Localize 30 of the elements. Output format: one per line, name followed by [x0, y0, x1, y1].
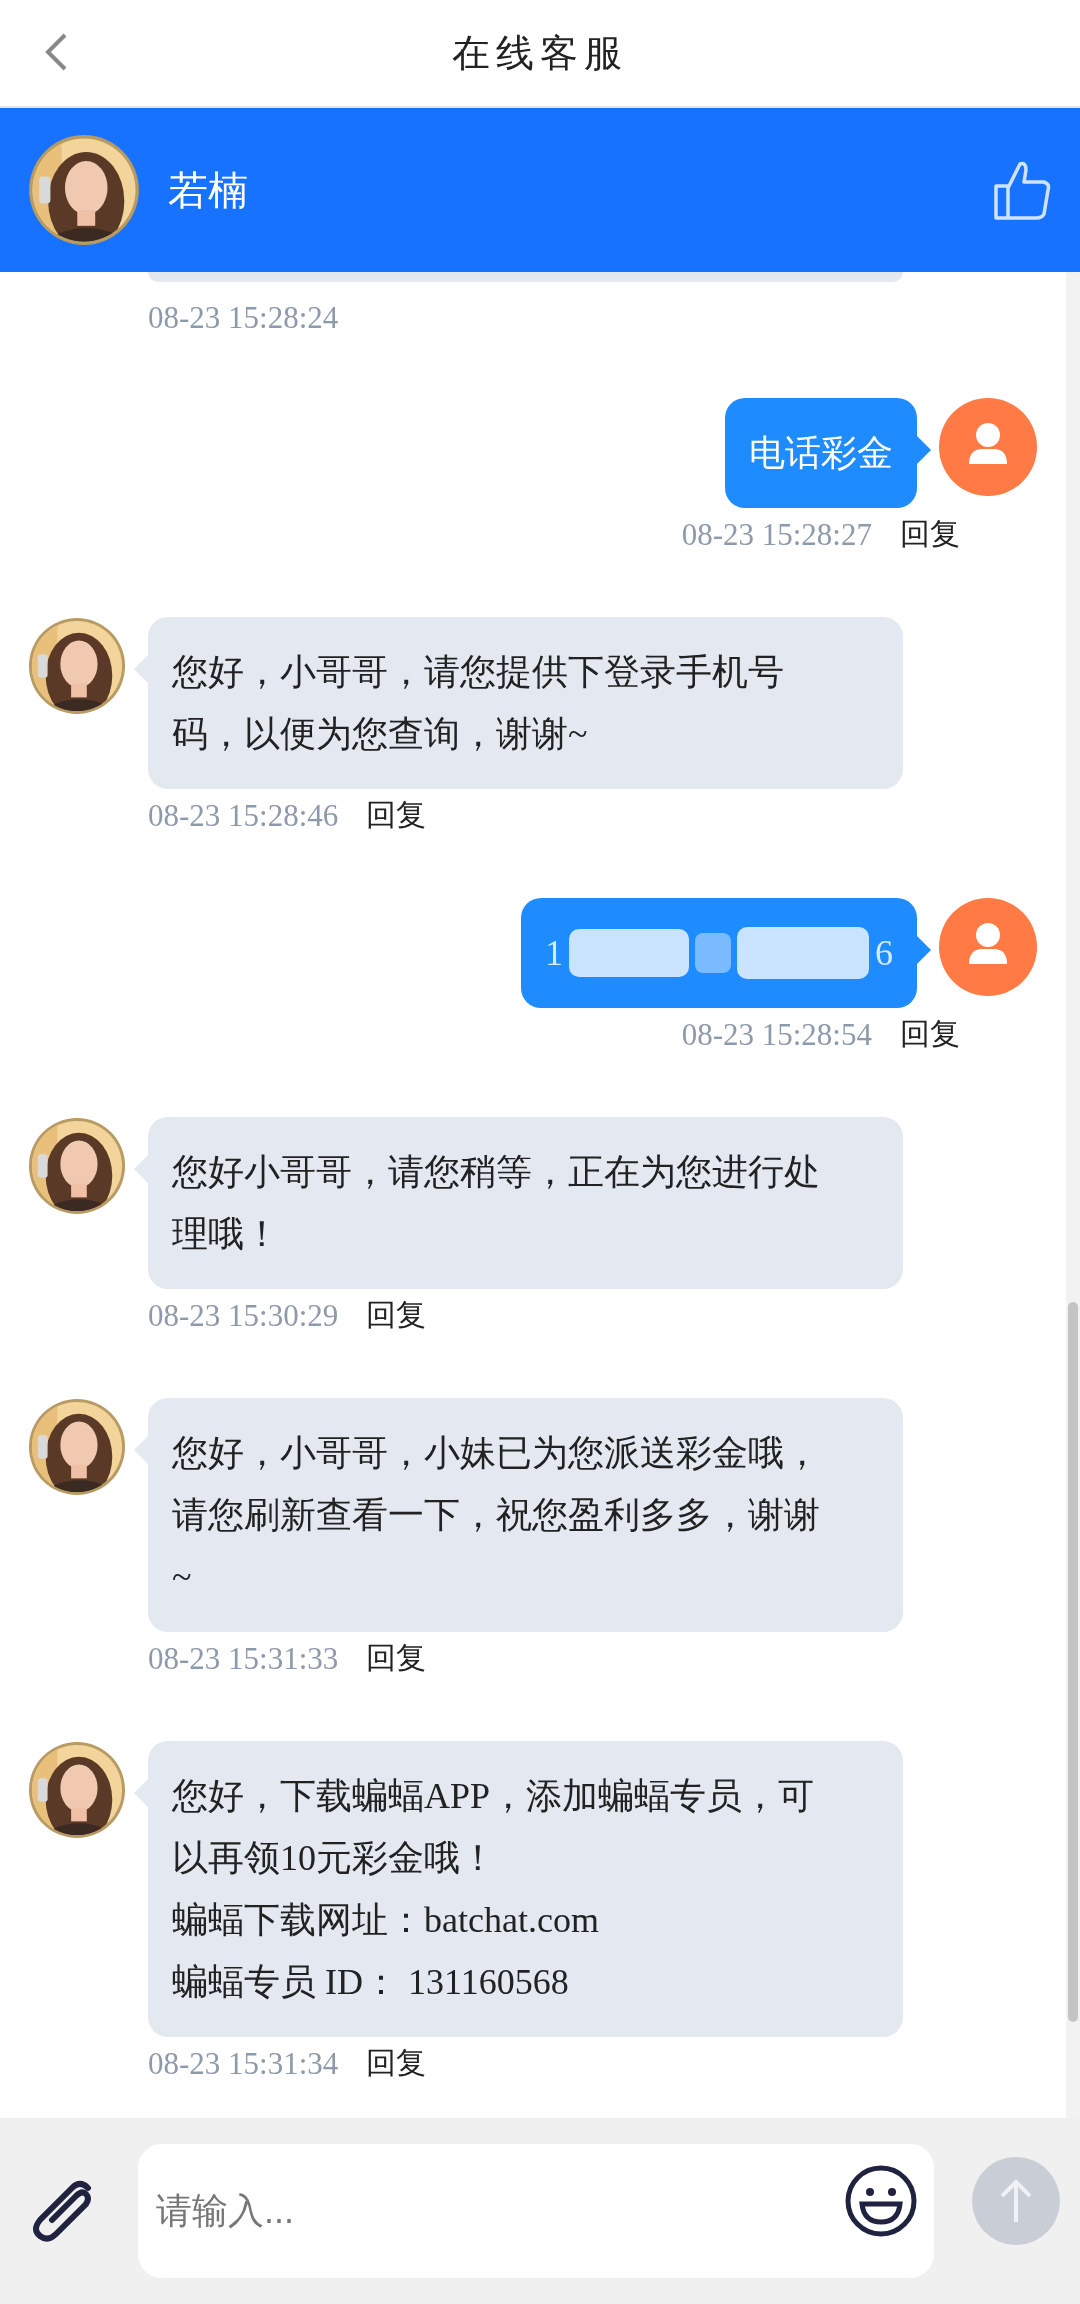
reply-link[interactable]: 回复 — [366, 1295, 427, 1336]
reply-link[interactable]: 回复 — [900, 514, 960, 555]
message-text: 1 — [545, 932, 563, 975]
message-time: 08-23 15:31:33 — [148, 1640, 339, 1677]
message-input[interactable]: 请输入... — [154, 2189, 844, 2233]
reply-link[interactable]: 回复 — [366, 795, 427, 836]
user-avatar-icon — [939, 898, 1037, 996]
message-time: 08-23 15:31:34 — [148, 2045, 339, 2082]
message-bubble: 您好小哥哥，请您稍等，正在为您进行处 理哦！ — [148, 1117, 903, 1289]
scrollbar-thumb[interactable] — [1068, 1302, 1078, 2022]
message-field[interactable]: 请输入... — [138, 2144, 934, 2278]
message-bubble: 您好，下载蝙蝠APP，添加蝙蝠专员，可 以再领10元彩金哦！ 蝙蝠下载网址：batchat.com 蝙蝠专员 ID： 131160568 — [148, 1741, 903, 2037]
message-time: 08-23 15:28:27 — [681, 516, 872, 553]
reply-link[interactable]: 回复 — [366, 1638, 427, 1679]
reply-link[interactable]: 回复 — [900, 1014, 960, 1055]
message-time: 08-23 15:28:46 — [148, 797, 339, 834]
smiley-icon — [844, 2164, 918, 2238]
page-title: 在线客服 — [452, 30, 628, 76]
user-avatar-icon — [939, 398, 1037, 496]
message-bubble: 您好，小哥哥，小妹已为您派送彩金哦， 请您刷新查看一下，祝您盈利多多，谢谢 ~ — [148, 1398, 903, 1632]
reply-link[interactable]: 回复 — [366, 2043, 427, 2084]
message-time: 08-23 15:30:29 — [148, 1297, 339, 1334]
agent-name: 若楠 — [168, 165, 249, 215]
message-bubble: 电话彩金 — [725, 398, 917, 508]
chevron-left-icon — [44, 32, 68, 72]
message-bubble: 您好，小哥哥，请您提供下登录手机号 码，以便为您查询，谢谢~ — [148, 617, 903, 789]
message-time: 08-23 15:28:24 — [148, 300, 339, 336]
emoji-button[interactable] — [844, 2164, 918, 2238]
message-time: 08-23 15:28:54 — [681, 1016, 872, 1053]
message-text: 6 — [875, 932, 893, 975]
